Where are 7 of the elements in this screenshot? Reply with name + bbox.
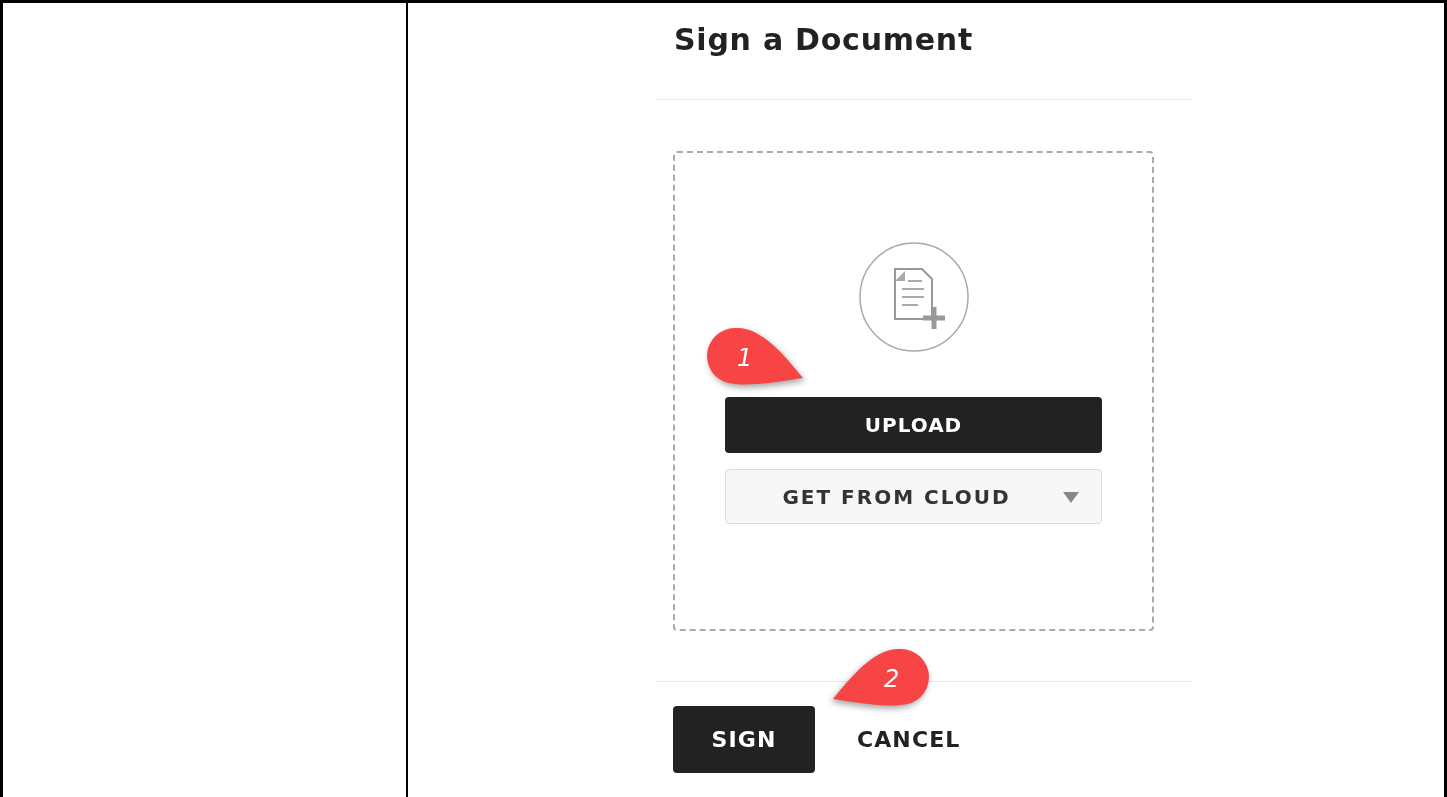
- caret-icon: [1063, 492, 1079, 503]
- dialog-title: Sign a Document: [674, 21, 975, 59]
- cloud-dropdown[interactable]: GET FROM CLOUD: [725, 469, 1102, 524]
- add-document-icon: [857, 241, 970, 353]
- sign-button[interactable]: SIGN: [673, 706, 815, 773]
- upload-button[interactable]: UPLOAD: [725, 397, 1102, 453]
- cancel-button[interactable]: CANCEL: [841, 706, 977, 773]
